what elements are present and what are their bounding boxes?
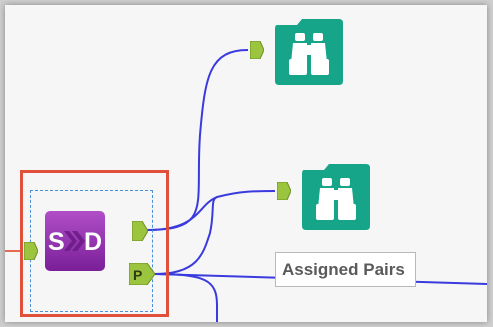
sd-tool-output-anchor[interactable] — [132, 221, 148, 241]
sd-tool-p-output-anchor[interactable]: P — [129, 263, 155, 285]
browse-tool-1[interactable] — [273, 15, 345, 87]
p-anchor-label: P — [133, 267, 142, 283]
sd-tool-icon: S D — [45, 211, 105, 271]
workflow-canvas[interactable]: S D P Assigned Pairs — [5, 5, 487, 322]
sd-tool-letter-d: D — [84, 228, 102, 256]
browse-2-input-anchor[interactable] — [277, 182, 291, 200]
sd-tool-input-anchor[interactable] — [24, 242, 38, 260]
workflow-canvas-frame: S D P Assigned Pairs — [0, 0, 493, 327]
binoculars-icon — [275, 19, 343, 85]
sd-tool-letter-s: S — [48, 228, 65, 256]
annotation-label[interactable]: Assigned Pairs — [275, 252, 416, 287]
binoculars-icon — [302, 164, 370, 230]
sd-tool[interactable]: S D — [45, 211, 105, 271]
browse-1-input-anchor[interactable] — [250, 41, 264, 59]
browse-tool-2[interactable] — [300, 160, 372, 232]
